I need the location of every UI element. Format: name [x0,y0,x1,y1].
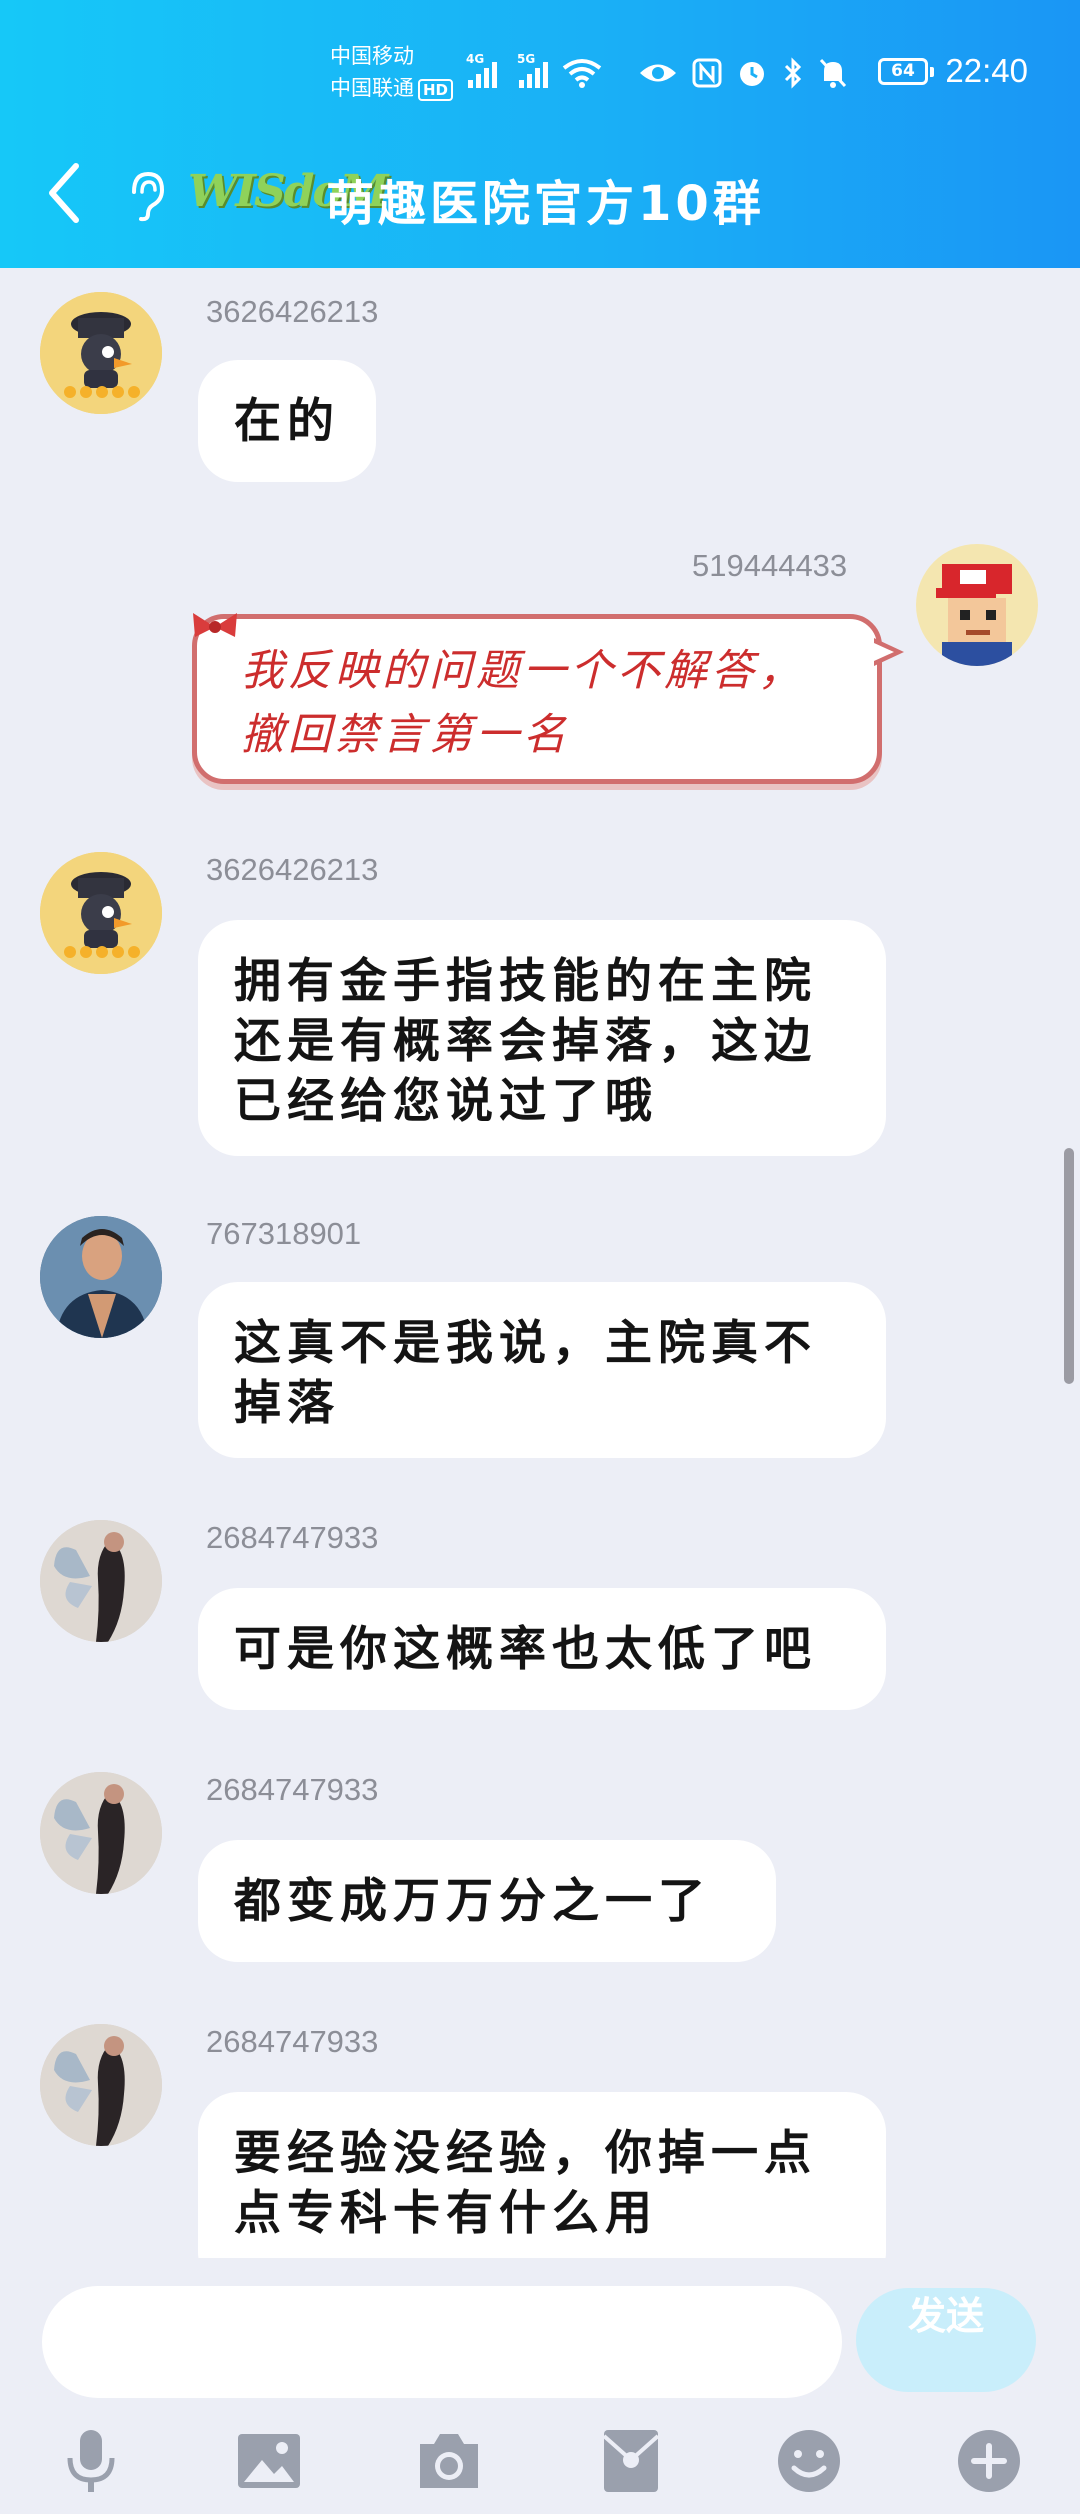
avatar[interactable] [40,2024,162,2146]
butterfly-wings-avatar-icon [40,1772,162,1894]
avatar[interactable] [916,544,1038,666]
carrier-2: 中国联通 [330,76,414,100]
hd-badge: HD [418,79,454,101]
red-packet-icon[interactable] [596,2426,666,2496]
mute-icon [819,58,847,88]
message-bubble[interactable]: 这真不是我说，主院真不掉落 [198,1282,886,1458]
nfc-icon [692,58,722,88]
status-time: 22:40 [945,52,1028,89]
back-button[interactable] [42,158,86,228]
network-label-2: 5G [517,52,536,66]
wifi-icon [562,59,602,88]
butterfly-wings-avatar-icon [40,1520,162,1642]
avatar[interactable] [40,292,162,414]
eye-icon [640,64,676,82]
butterfly-wings-avatar-icon [40,2024,162,2146]
avatar[interactable] [40,1216,162,1338]
sender-id: 519444433 [692,548,848,583]
carrier-info: 中国移动 中国联通 HD [330,40,454,104]
sender-id: 3626426213 [206,294,379,329]
pixel-boy-avatar-icon [916,544,1038,666]
message-list[interactable]: 3626426213 在的 519444433 我反映的问题一个不解答，撤回禁言… [0,268,1080,2258]
message-input[interactable] [42,2286,842,2398]
camera-icon[interactable] [414,2426,484,2496]
emoji-icon[interactable] [774,2426,844,2496]
message-bubble[interactable]: 在的 [198,360,376,482]
mic-icon[interactable] [56,2426,126,2496]
signal-icon-2: 5G [517,52,548,88]
avatar[interactable] [40,1520,162,1642]
message-text: 我反映的问题一个不解答，撤回禁言第一名 [241,646,805,760]
sender-id: 2684747933 [206,2024,379,2059]
carrier-1: 中国移动 [330,44,414,68]
bow-decoration-icon [193,613,237,637]
avatar[interactable] [40,852,162,974]
alarm-icon [740,62,764,86]
chat-header: 中国移动 中国联通 HD 4G 5G 64 22:40 WISdoM 萌趣医院官方… [0,0,1080,268]
sender-id: 3626426213 [206,852,379,887]
plus-icon[interactable] [954,2426,1024,2496]
message-bubble[interactable]: 要经验没经验，你掉一点点专科卡有什么用 [198,2092,886,2258]
sender-id: 2684747933 [206,1772,379,1807]
avatar[interactable] [40,1772,162,1894]
bluetooth-icon [784,57,802,89]
crow-avatar-icon [40,852,162,974]
battery-icon: 64 [878,58,934,85]
network-label-1: 4G [466,52,485,66]
toolbar [0,2426,1080,2506]
bubble-tail-icon [874,638,904,666]
message-bubble[interactable]: 拥有金手指技能的在主院还是有概率会掉落，这边已经给您说过了哦 [198,920,886,1156]
sender-id: 767318901 [206,1216,362,1251]
crow-avatar-icon [40,292,162,414]
message-bubble-decorated[interactable]: 我反映的问题一个不解答，撤回禁言第一名 [192,613,882,784]
input-bar: 发送 [0,2258,1080,2514]
message-bubble[interactable]: 可是你这概率也太低了吧 [198,1588,886,1710]
signal-icon-1: 4G [466,52,497,88]
send-button[interactable]: 发送 [856,2288,1036,2392]
ear-icon[interactable] [126,170,168,222]
man-photo-avatar-icon [40,1216,162,1338]
message-bubble[interactable]: 都变成万万分之一了 [198,1840,776,1962]
page-title: 萌趣医院官方10群 [326,176,765,232]
sender-id: 2684747933 [206,1520,379,1555]
image-icon[interactable] [234,2426,304,2496]
scrollbar[interactable] [1064,1148,1074,1384]
status-icons: 4G 5G [466,50,848,96]
